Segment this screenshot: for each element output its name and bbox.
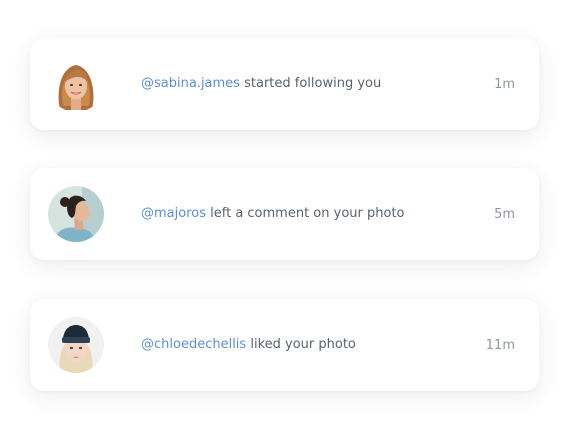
notification-text: left a comment on your photo [210,206,405,221]
notification-message: @sabina.james started following you [141,75,381,93]
woman-beanie-avatar-icon [48,317,104,373]
notification-card[interactable]: @chloedechellis liked your photo 11m [30,299,539,391]
notification-text: started following you [244,76,382,91]
user-handle-link[interactable]: @sabina.james [141,76,240,91]
user-handle-link[interactable]: @majoros [141,206,206,221]
notification-time: 11m [485,338,515,353]
avatar[interactable] [48,317,104,373]
notification-message: @majoros left a comment on your photo [141,205,405,223]
notification-card[interactable]: @sabina.james started following you 1m [30,38,539,130]
avatar[interactable] [48,186,104,242]
woman-profile-avatar-icon [48,186,104,242]
notification-time: 5m [494,207,515,222]
notification-text: liked your photo [250,337,356,352]
user-handle-link[interactable]: @chloedechellis [141,337,246,352]
notification-time: 1m [494,77,515,92]
woman-blonde-avatar-icon [48,56,104,112]
notification-message: @chloedechellis liked your photo [141,336,356,354]
notification-card[interactable]: @majoros left a comment on your photo 5m [30,168,539,260]
avatar[interactable] [48,56,104,112]
